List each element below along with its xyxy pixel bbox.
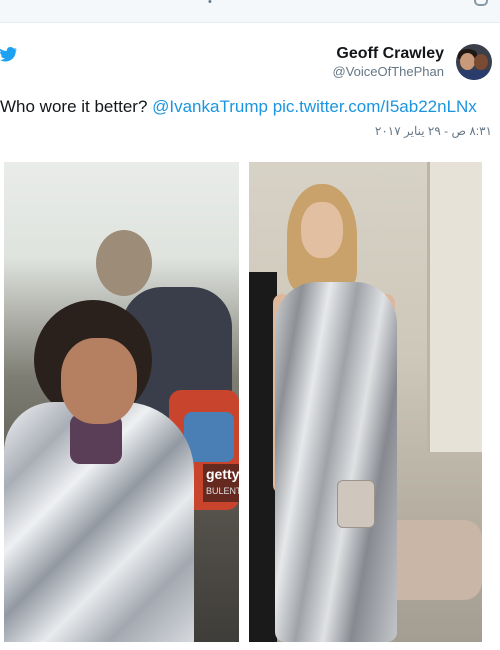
top-bar: • — [0, 0, 500, 23]
mention-link[interactable]: @IvankaTrump — [152, 97, 268, 116]
tweet-body: Who wore it better? — [0, 97, 153, 116]
pic-link[interactable]: pic.twitter.com/I5ab22nLNx — [273, 97, 477, 116]
clutch-bag — [337, 480, 375, 528]
author-handle[interactable]: @VoiceOfThePhan — [333, 63, 444, 81]
twitter-bird-icon[interactable] — [0, 46, 18, 62]
timestamp[interactable]: ٨:٣١ ص - ٢٩ يناير ٢٠١٧ — [375, 124, 492, 138]
photo-left[interactable]: getty BULENT — [4, 162, 239, 642]
avatar[interactable] — [456, 44, 492, 80]
top-bar-glyph: • — [208, 0, 212, 8]
author-name[interactable]: Geoff Crawley — [333, 45, 444, 63]
tweet-author[interactable]: Geoff Crawley @VoiceOfThePhan — [333, 45, 444, 81]
silver-gown — [275, 282, 397, 642]
woman-face — [301, 202, 343, 258]
caret-icon[interactable] — [474, 0, 488, 6]
photo-right[interactable] — [249, 162, 482, 642]
watermark-brand: getty — [206, 466, 239, 482]
watermark-credit: BULENT — [206, 486, 239, 496]
child-face — [61, 338, 137, 424]
getty-watermark: getty BULENT — [203, 464, 239, 502]
tweet-text: Who wore it better? @IvankaTrump pic.twi… — [0, 97, 477, 117]
